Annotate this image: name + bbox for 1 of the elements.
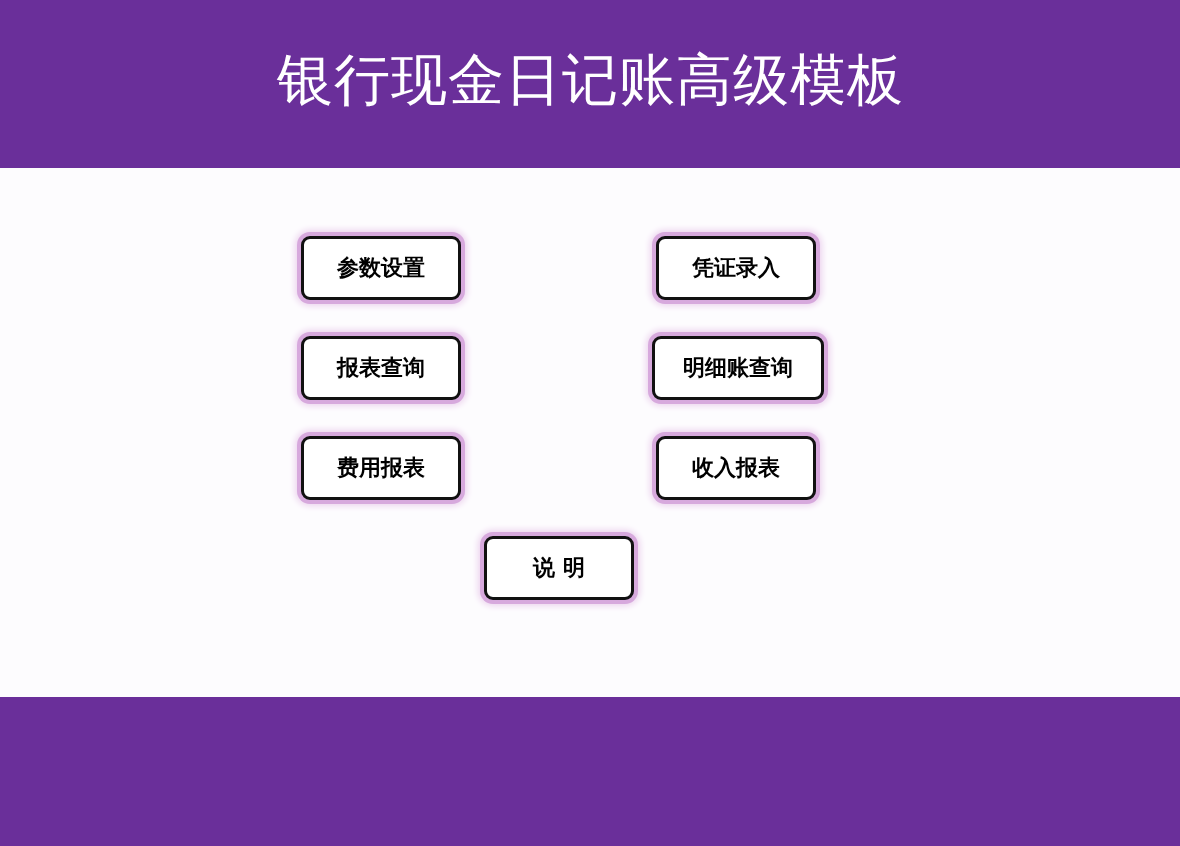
page-title: 银行现金日记账高级模板 [276, 46, 904, 114]
